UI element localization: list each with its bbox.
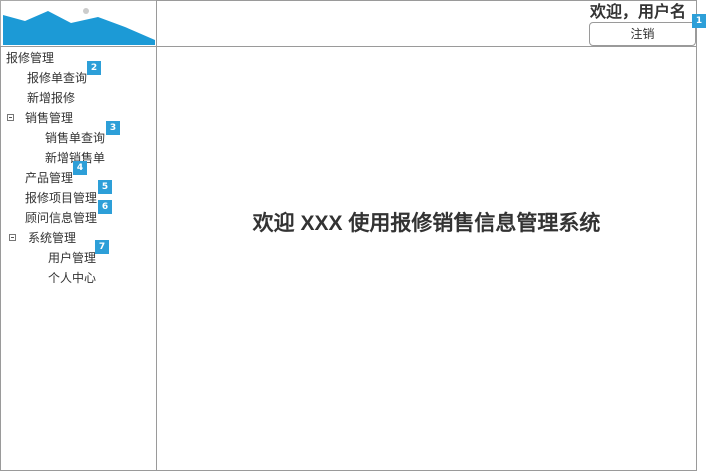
- welcome-message: 欢迎，用户名: [589, 4, 686, 21]
- annotation-marker-1: 1: [692, 14, 706, 28]
- annotation-marker-4: 4: [73, 161, 87, 175]
- image-placeholder-icon: [3, 8, 155, 45]
- nav-product-management[interactable]: 产品管理: [25, 170, 73, 186]
- page-title: 欢迎 XXX 使用报修销售信息管理系统: [252, 212, 601, 235]
- nav-repair-management[interactable]: 报修管理: [6, 50, 54, 66]
- nav-user-management[interactable]: 用户管理: [48, 250, 96, 266]
- nav-new-repair[interactable]: 新增报修: [27, 90, 75, 106]
- annotation-marker-3: 3: [106, 121, 120, 135]
- annotation-marker-7: 7: [95, 240, 109, 254]
- nav-sales-order-query[interactable]: 销售单查询: [45, 130, 105, 146]
- collapse-icon[interactable]: [7, 114, 14, 121]
- nav-repair-project-management[interactable]: 报修项目管理: [25, 190, 97, 206]
- nav-repair-order-query[interactable]: 报修单查询: [27, 70, 87, 86]
- annotation-marker-2: 2: [87, 61, 101, 75]
- logout-button[interactable]: 注销: [589, 22, 696, 46]
- annotation-marker-5: 5: [98, 180, 112, 194]
- main-content: 欢迎 XXX 使用报修销售信息管理系统: [156, 46, 697, 471]
- nav-system-management[interactable]: 系统管理: [28, 230, 76, 246]
- nav-sales-management[interactable]: 销售管理: [25, 110, 73, 126]
- nav-personal-center[interactable]: 个人中心: [48, 270, 96, 286]
- collapse-icon[interactable]: [9, 234, 16, 241]
- annotation-marker-6: 6: [98, 200, 112, 214]
- nav-consultant-management[interactable]: 顾问信息管理: [25, 210, 97, 226]
- logo: [0, 0, 157, 47]
